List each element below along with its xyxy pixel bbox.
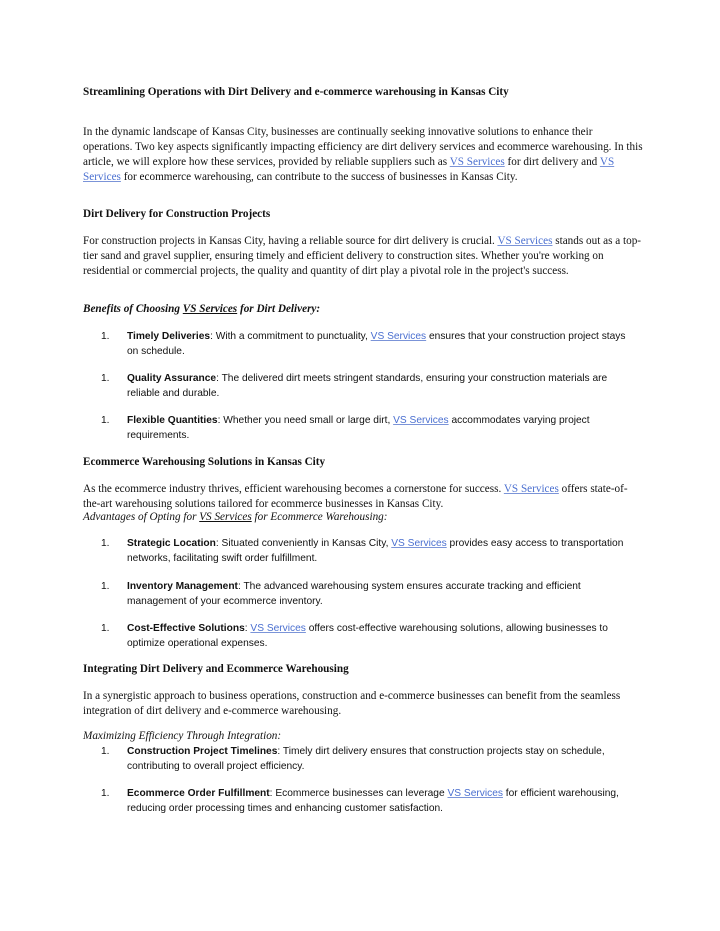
vs-services-link[interactable]: VS Services (250, 623, 305, 634)
benefits-subheading: Benefits of Choosing VS Services for Dir… (83, 303, 321, 315)
maximizing-subheading: Maximizing Efficiency Through Integratio… (83, 730, 282, 742)
list-item: 1. Ecommerce Order Fulfillment: Ecommerc… (101, 788, 619, 814)
vs-services-link[interactable]: VS Services (371, 331, 426, 342)
advantages-subheading: Advantages of Opting for VS Services for… (83, 511, 388, 523)
integrating-paragraph: In a synergistic approach to business op… (83, 690, 621, 717)
vs-services-link[interactable]: VS Services (391, 538, 446, 549)
vs-services-link[interactable]: VS Services (497, 235, 552, 247)
list-item: 1. Flexible Quantities: Whether you need… (101, 415, 590, 441)
list-item: 1. Inventory Management: The advanced wa… (101, 581, 581, 607)
list-item: 1. Strategic Location: Situated convenie… (101, 538, 624, 564)
vs-services-link[interactable]: VS Services (447, 788, 502, 799)
section-heading-ecommerce: Ecommerce Warehousing Solutions in Kansa… (83, 456, 326, 468)
vs-services-link[interactable]: VS Services (450, 156, 505, 168)
intro-paragraph: In the dynamic landscape of Kansas City,… (83, 126, 643, 183)
vs-services-link[interactable]: VS Services (183, 303, 237, 315)
dirt-delivery-paragraph: For construction projects in Kansas City… (83, 235, 642, 277)
vs-services-link[interactable]: VS Services (504, 483, 559, 495)
list-item: 1. Cost-Effective Solutions: VS Services… (101, 623, 608, 649)
vs-services-link[interactable]: VS Services (199, 511, 252, 523)
document-title: Streamlining Operations with Dirt Delive… (83, 86, 509, 98)
section-heading-dirt-delivery: Dirt Delivery for Construction Projects (83, 208, 271, 220)
list-item: 1. Construction Project Timelines: Timel… (101, 746, 605, 772)
list-item: 1. Quality Assurance: The delivered dirt… (101, 373, 608, 399)
section-heading-integrating: Integrating Dirt Delivery and Ecommerce … (83, 663, 349, 675)
ecommerce-paragraph: As the ecommerce industry thrives, effic… (83, 483, 628, 510)
vs-services-link[interactable]: VS Services (393, 415, 448, 426)
list-item: 1. Timely Deliveries: With a commitment … (101, 331, 626, 357)
